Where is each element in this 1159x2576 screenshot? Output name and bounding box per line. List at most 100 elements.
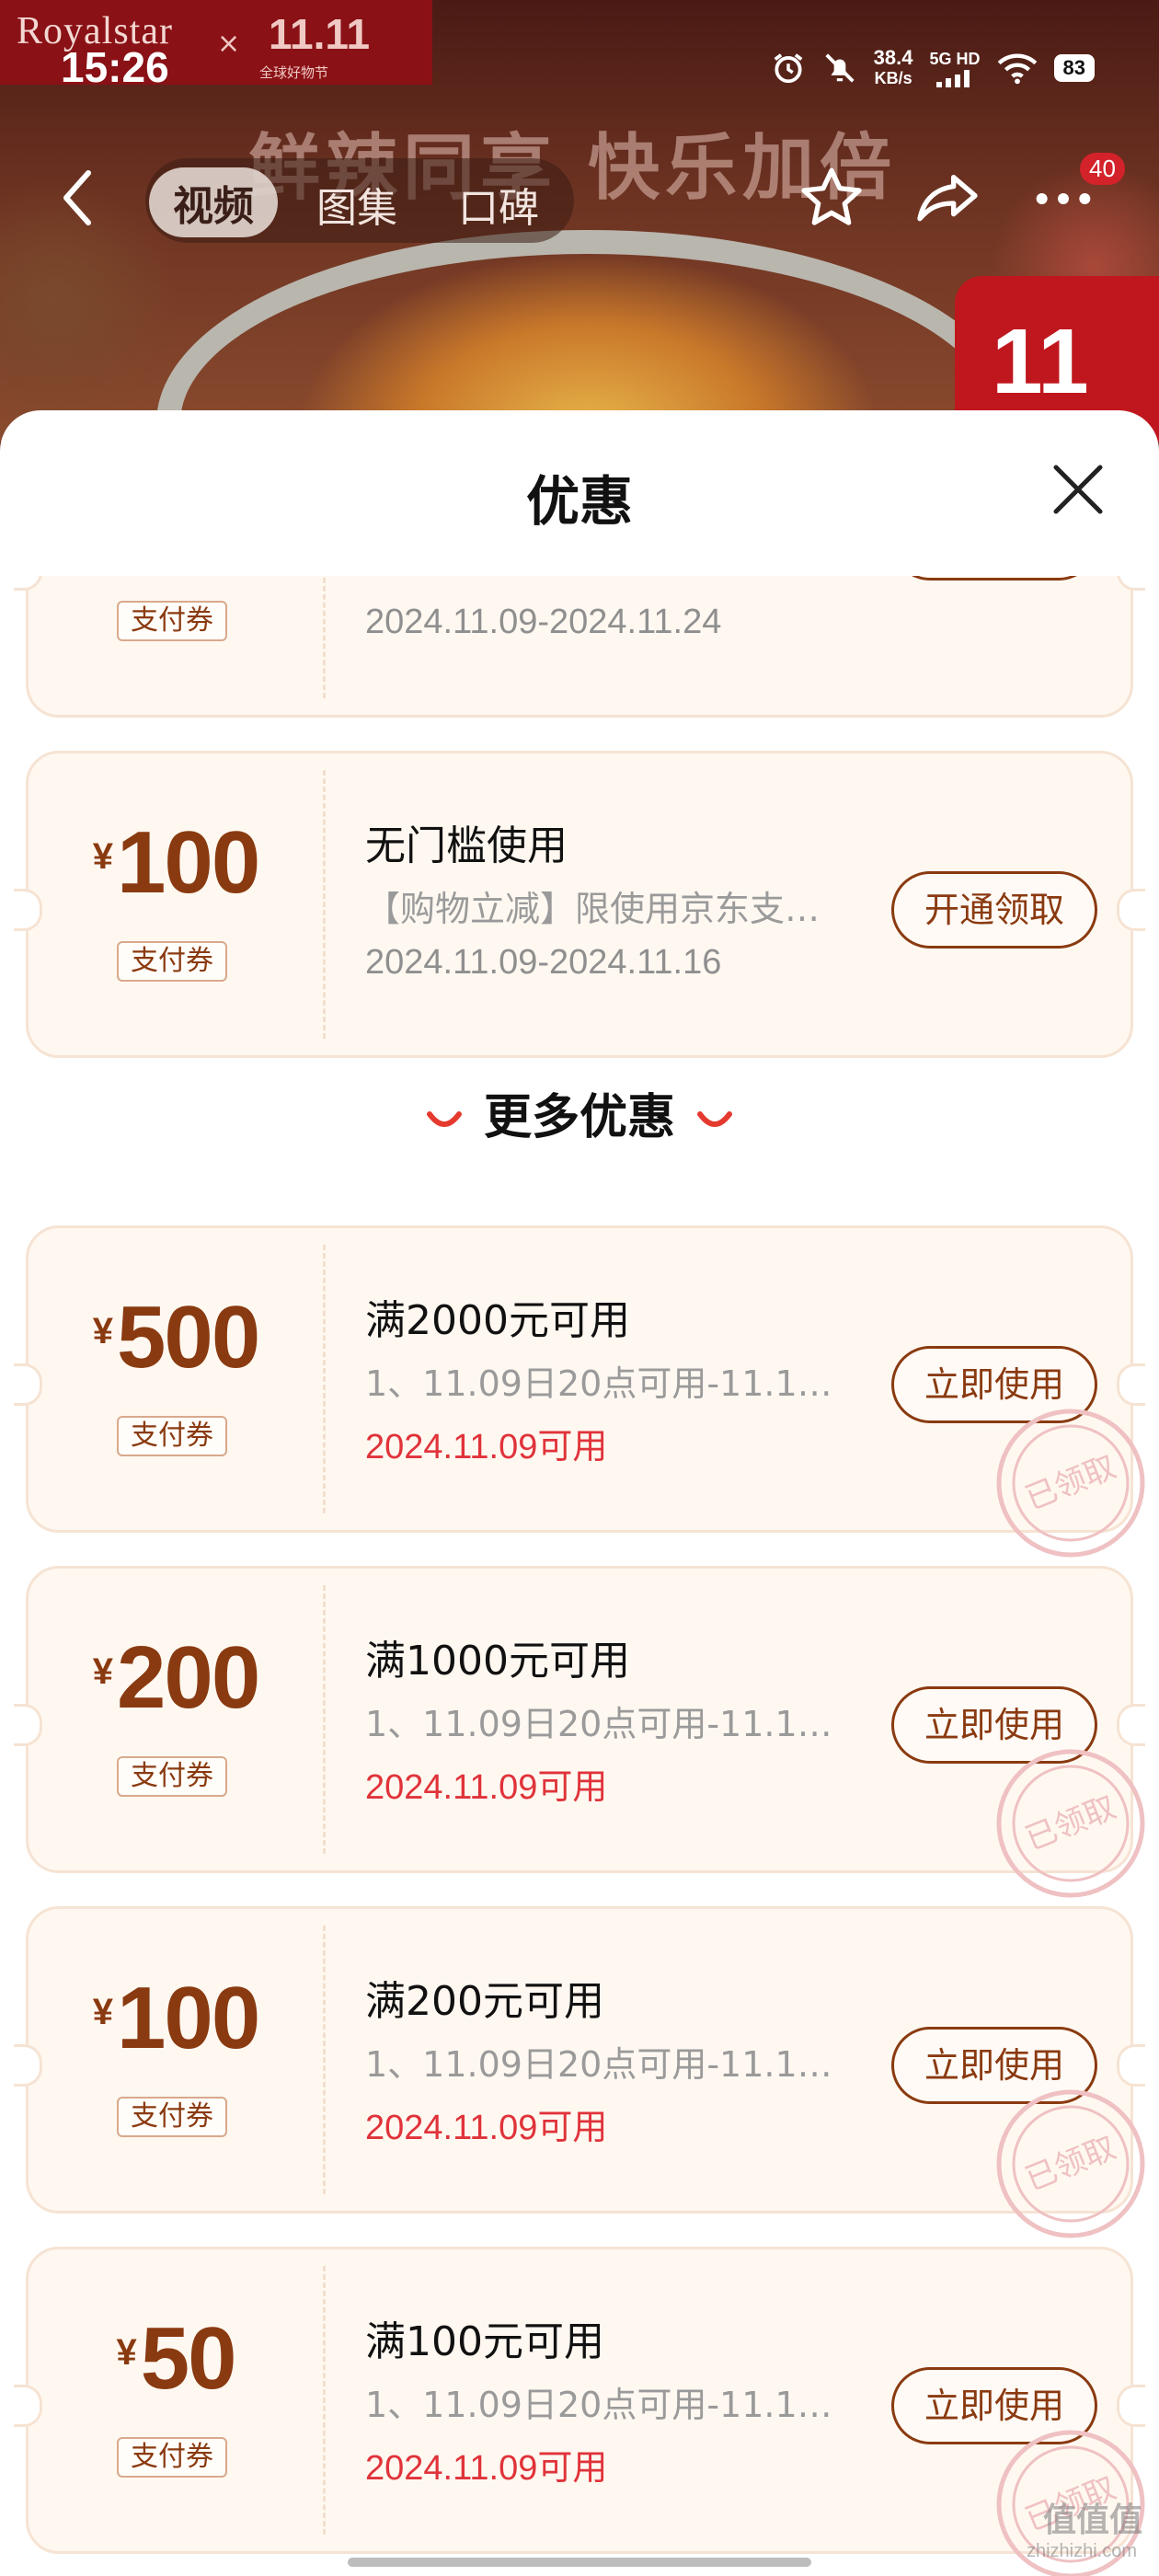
coupon-amount: ¥100 [29, 812, 323, 914]
watermark-logo: 值值值 [1042, 2501, 1142, 2538]
coupon-type-tag: 支付券 [117, 1756, 227, 1797]
coupon-value: 500 [117, 1288, 260, 1386]
media-tabs: 视频 图集 口碑 [145, 158, 574, 243]
network-speed: 38.4 KB/s [874, 48, 913, 88]
coupon-card: ¥50 支付券 满100元可用 1、11.09日20点可用-11.11… 202… [14, 2247, 1145, 2576]
coupon-validity: 2024.11.09可用 [365, 2449, 608, 2488]
claimed-stamp-text: 已领取 [1020, 1448, 1121, 1517]
status-icons: 38.4 KB/s 5G HD 83 [771, 48, 1095, 88]
coupon-description: 【购物立减】限使用京东支… [365, 889, 820, 929]
status-time: 15:26 [61, 43, 169, 91]
claimed-stamp-text: 已领取 [1020, 2129, 1121, 2198]
coupon-amount: ¥50 [29, 2308, 323, 2409]
smile-decoration-icon [697, 1111, 732, 1127]
coupon-description: 1、11.09日20点可用-11.11… [365, 1363, 843, 1404]
network-type: 5G HD [929, 49, 981, 68]
festival-badge-text: 11 [992, 310, 1089, 413]
coupon-divider [323, 2266, 326, 2535]
coupon-notch [1117, 2044, 1145, 2087]
coupon-type-tag: 支付券 [117, 2097, 227, 2137]
watermark-url: zhizhizhi.com [1026, 2541, 1137, 2561]
coupon-notch [1117, 1704, 1145, 1746]
coupon-amount: ¥500 [29, 1287, 323, 1388]
star-icon[interactable] [795, 162, 868, 236]
currency-symbol: ¥ [92, 1651, 114, 1692]
coupon-notch [1117, 576, 1145, 591]
coupon-list[interactable]: 支付券 2024.11.09-2024.11.24 ¥100 支付券 无门槛使用… [0, 576, 1159, 2576]
notification-count-badge: 40 [1080, 153, 1125, 185]
coupon-validity: 2024.11.09-2024.11.24 [365, 603, 722, 641]
coupon-notch [1117, 1363, 1145, 1406]
network-speed-unit: KB/s [874, 69, 912, 87]
coupon-description: 1、11.09日20点可用-11.11… [365, 2044, 843, 2085]
sheet-title: 优惠 [525, 470, 633, 533]
signal-icon [936, 69, 970, 87]
network-speed-value: 38.4 [873, 46, 913, 69]
claimed-stamp-icon: 已领取 [996, 1409, 1145, 1558]
claimed-stamp-icon: 已领取 [996, 1749, 1145, 1898]
tab-reviews[interactable]: 口碑 [458, 175, 539, 234]
offers-sheet: 优惠 支付券 2024.11.09-2024.11.24 ¥100 支付券 无门… [0, 410, 1159, 2576]
festival-subtitle: 全球好物节 [259, 64, 329, 81]
coupon-validity: 2024.11.09可用 [365, 1428, 608, 1466]
currency-symbol: ¥ [116, 2332, 137, 2373]
currency-symbol: ¥ [92, 1992, 114, 2032]
share-icon[interactable] [911, 162, 984, 236]
coupon-notch [14, 576, 42, 591]
coupon-type-tag: 支付券 [117, 601, 227, 641]
coupon-condition: 满2000元可用 [365, 1297, 630, 1344]
coupon-card: ¥200 支付券 满1000元可用 1、11.09日20点可用-11.11… 2… [14, 1566, 1145, 1898]
coupon-condition: 无门槛使用 [365, 822, 568, 869]
claimed-stamp-text: 已领取 [1020, 1788, 1121, 1857]
coupon-validity: 2024.11.09可用 [365, 2109, 608, 2147]
alarm-icon [774, 53, 803, 84]
coupon-amount: ¥200 [29, 1627, 323, 1729]
coupon-condition: 满1000元可用 [365, 1638, 630, 1685]
coupon-value: 200 [117, 1628, 260, 1727]
coupon-validity: 2024.11.09-2024.11.16 [365, 943, 722, 982]
coupon-condition: 满200元可用 [365, 1978, 604, 2025]
festival-logo: 11.11 [269, 10, 371, 58]
tab-video[interactable]: 视频 [149, 167, 278, 237]
signal-group: 5G HD [930, 50, 981, 87]
claim-button[interactable]: 开通领取 [891, 871, 1097, 949]
coupon-type-tag: 支付券 [117, 2437, 227, 2478]
coupon-card: 支付券 2024.11.09-2024.11.24 [14, 576, 1145, 718]
coupon-card: ¥100 支付券 满200元可用 1、11.09日20点可用-11.11… 20… [14, 1906, 1145, 2238]
coupon-card: ¥100 支付券 无门槛使用 【购物立减】限使用京东支… 2024.11.09-… [14, 751, 1145, 1058]
coupon-description: 1、11.09日20点可用-11.11… [365, 1704, 843, 1744]
brand-collab-x: × [217, 28, 241, 60]
tab-gallery[interactable]: 图集 [316, 175, 397, 234]
back-icon[interactable] [57, 166, 98, 230]
close-icon[interactable] [1050, 462, 1106, 517]
coupon-type-tag: 支付券 [117, 1416, 227, 1456]
coupon-notch [1117, 2385, 1145, 2427]
currency-symbol: ¥ [92, 1311, 114, 1351]
smile-decoration-icon [426, 1111, 462, 1127]
coupon-divider [323, 770, 326, 1039]
coupon-description: 1、11.09日20点可用-11.11… [365, 2385, 843, 2425]
coupon-notch [1117, 889, 1145, 931]
coupon-value: 100 [117, 813, 260, 912]
coupon-type-tag: 支付券 [117, 941, 227, 982]
coupon-divider [323, 1926, 326, 2194]
currency-symbol: ¥ [92, 836, 114, 877]
product-hero-banner: Royalstar × 11.11 全球好物节 鲜辣同享 快乐加倍 11 15:… [0, 0, 1159, 442]
coupon-action-button[interactable] [891, 576, 1097, 581]
coupon-divider [323, 1585, 326, 1854]
battery-level: 83 [1053, 54, 1095, 82]
coupon-value: 50 [140, 2309, 237, 2408]
coupon-divider [323, 1245, 326, 1513]
more-offers-header: 更多优惠 [0, 1078, 1159, 1147]
coupon-value: 100 [117, 1969, 260, 2067]
coupon-amount: ¥100 [29, 1968, 323, 2069]
coupon-divider [323, 576, 326, 698]
claimed-stamp-icon: 已领取 [996, 2089, 1145, 2238]
coupon-card: ¥500 支付券 满2000元可用 1、11.09日20点可用-11.11… 2… [14, 1225, 1145, 1558]
home-indicator[interactable] [348, 2558, 811, 2567]
more-offers-title: 更多优惠 [483, 1090, 675, 1145]
coupon-validity: 2024.11.09可用 [365, 1768, 608, 1807]
coupon-condition: 满100元可用 [365, 2318, 604, 2365]
wifi-icon [997, 53, 1037, 85]
mute-bell-icon [825, 53, 855, 83]
